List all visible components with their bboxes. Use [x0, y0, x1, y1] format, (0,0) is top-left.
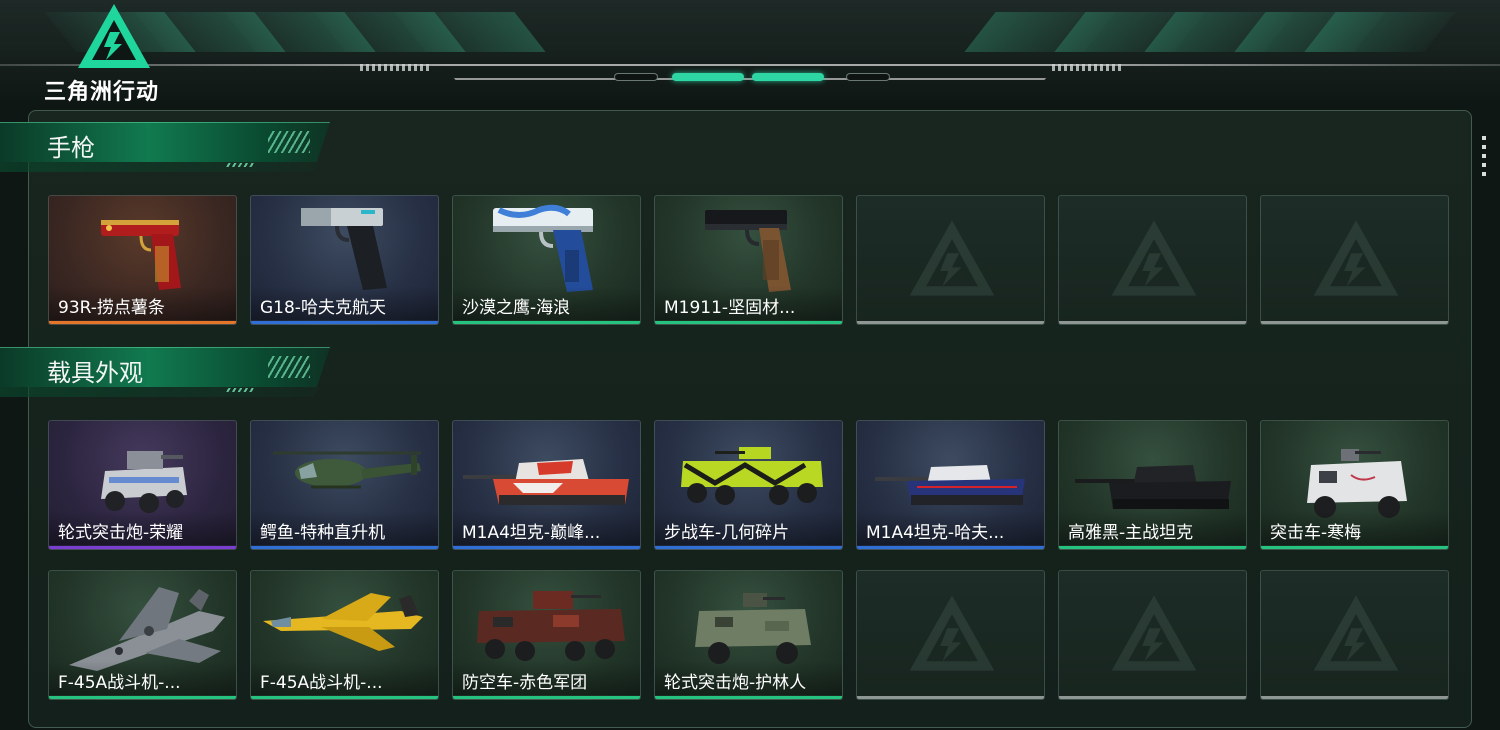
item-name: F-45A战斗机-... [58, 673, 181, 693]
placeholder-logo-icon [1313, 595, 1399, 671]
section-title: 手枪 [47, 134, 95, 162]
rarity-bar [655, 546, 842, 549]
placeholder-logo-icon [1111, 220, 1197, 296]
placeholder-logo-icon [1313, 220, 1399, 296]
item-name: 步战车-几何碎片 [664, 523, 790, 543]
item-card[interactable]: 突击车-寒梅 [1260, 420, 1449, 550]
placeholder-logo-icon [909, 595, 995, 671]
placeholder-logo-icon [909, 220, 995, 296]
page-indicator [614, 73, 658, 81]
rarity-bar [655, 696, 842, 699]
item-name: F-45A战斗机-... [260, 673, 383, 693]
empty-slot [1058, 195, 1247, 325]
item-card[interactable]: M1A4坦克-巅峰... [452, 420, 641, 550]
item-card[interactable]: 轮式突击炮-荣耀 [48, 420, 237, 550]
item-card[interactable]: 沙漠之鹰-海浪 [452, 195, 641, 325]
top-header [0, 0, 1500, 100]
item-name: 93R-捞点薯条 [58, 298, 165, 318]
header-hatch [360, 64, 430, 71]
item-name: 沙漠之鹰-海浪 [462, 298, 571, 318]
rarity-bar [1059, 546, 1246, 549]
rarity-bar [251, 321, 438, 324]
empty-slot [1058, 570, 1247, 700]
item-card[interactable]: 防空车-赤色军团 [452, 570, 641, 700]
logo-text: 三角洲行动 [44, 80, 160, 105]
rarity-bar [453, 546, 640, 549]
item-name: 鳄鱼-特种直升机 [260, 523, 386, 543]
page-indicator [846, 73, 890, 81]
rarity-bar [251, 696, 438, 699]
header-hatch [1052, 64, 1122, 71]
rarity-bar [251, 546, 438, 549]
empty-slot [856, 570, 1045, 700]
empty-slot [1260, 570, 1449, 700]
rarity-bar [857, 546, 1044, 549]
section-title: 载具外观 [47, 359, 143, 387]
empty-slot [856, 195, 1045, 325]
page-indicator-active [752, 73, 824, 81]
item-card[interactable]: 高雅黑-主战坦克 [1058, 420, 1247, 550]
item-card[interactable]: M1911-坚固材... [654, 195, 843, 325]
item-card[interactable]: M1A4坦克-哈夫... [856, 420, 1045, 550]
item-name: 轮式突击炮-荣耀 [58, 523, 184, 543]
item-name: M1A4坦克-哈夫... [866, 523, 1005, 543]
item-card[interactable]: 93R-捞点薯条 [48, 195, 237, 325]
rarity-bar [49, 696, 236, 699]
item-card[interactable]: 鳄鱼-特种直升机 [250, 420, 439, 550]
rarity-bar [49, 546, 236, 549]
delta-logo-icon [78, 4, 150, 68]
item-name: 高雅黑-主战坦克 [1068, 523, 1194, 543]
item-card[interactable]: G18-哈夫克航天 [250, 195, 439, 325]
item-card[interactable]: 轮式突击炮-护林人 [654, 570, 843, 700]
item-card[interactable]: F-45A战斗机-... [48, 570, 237, 700]
item-name: 防空车-赤色军团 [462, 673, 588, 693]
scrollbar[interactable] [1482, 136, 1486, 180]
game-logo: 三角洲行动 [44, 2, 184, 105]
item-card[interactable]: 步战车-几何碎片 [654, 420, 843, 550]
rarity-bar [453, 321, 640, 324]
section-header-vehicles: 载具外观 [0, 347, 330, 401]
item-name: 突击车-寒梅 [1270, 523, 1362, 543]
item-card[interactable]: F-45A战斗机-... [250, 570, 439, 700]
item-name: 轮式突击炮-护林人 [664, 673, 807, 693]
rarity-bar [453, 696, 640, 699]
item-name: M1911-坚固材... [664, 298, 796, 318]
rarity-bar [49, 321, 236, 324]
header-frame [430, 52, 1070, 80]
item-name: M1A4坦克-巅峰... [462, 523, 601, 543]
placeholder-logo-icon [1111, 595, 1197, 671]
section-header-pistols: 手枪 [0, 122, 330, 176]
item-name: G18-哈夫克航天 [260, 298, 386, 318]
page-indicator-active [672, 73, 744, 81]
rarity-bar [655, 321, 842, 324]
empty-slot [1260, 195, 1449, 325]
rarity-bar [1261, 546, 1448, 549]
